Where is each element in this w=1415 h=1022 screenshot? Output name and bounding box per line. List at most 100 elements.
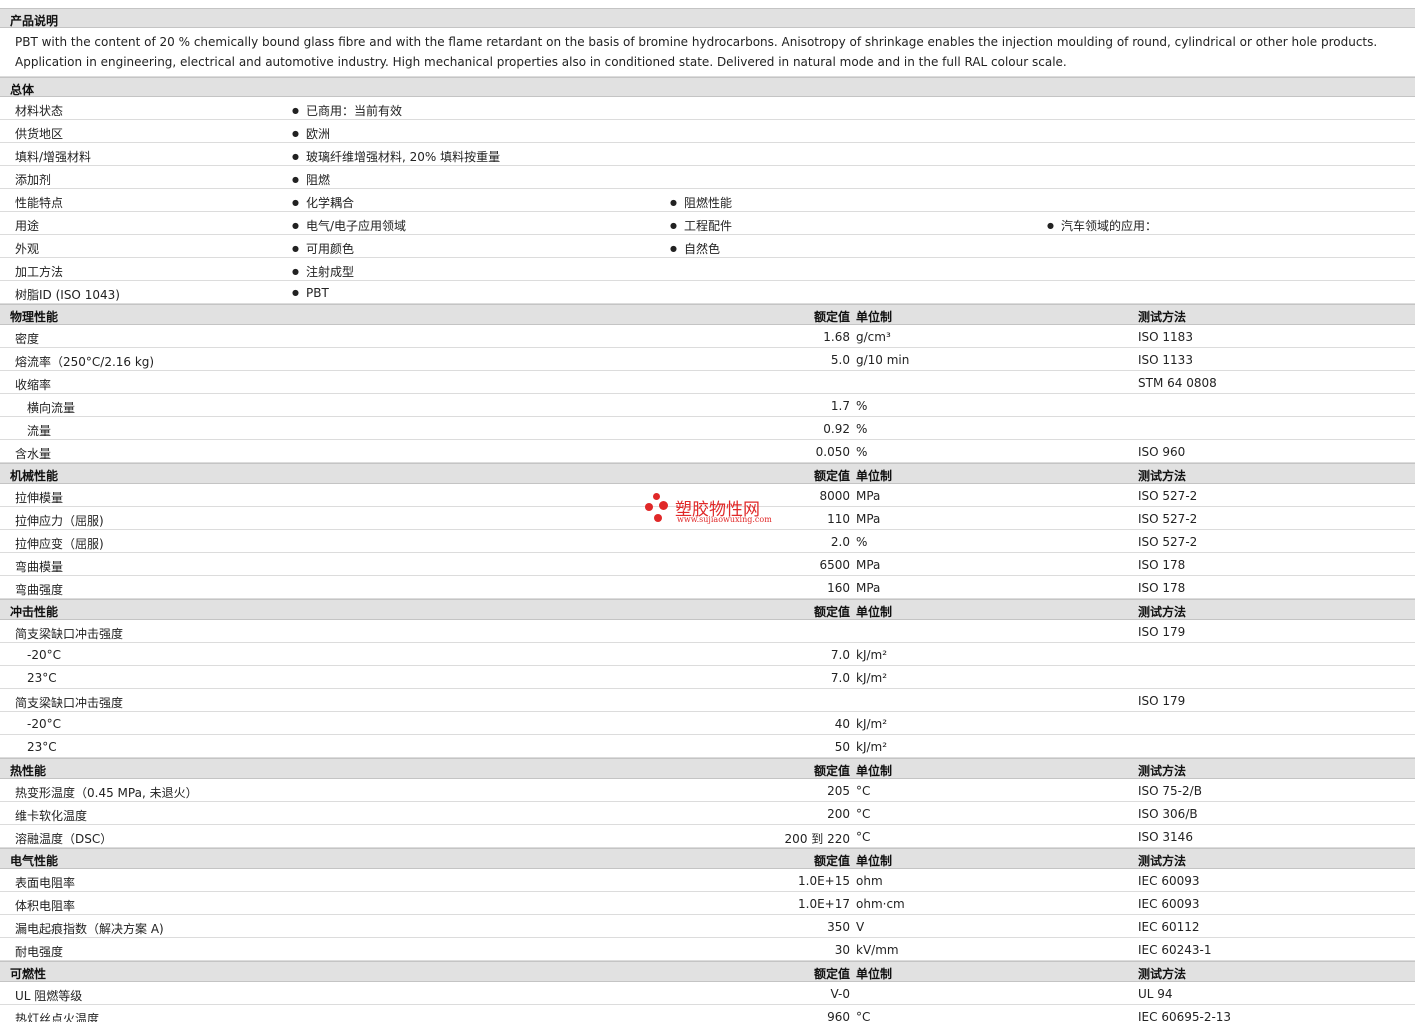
- property-row: 拉伸应变（屈服) 2.0% ISO 527-2: [0, 530, 1415, 553]
- section-header-general: 总体: [0, 77, 1415, 97]
- section-header: 电气性能 额定值 单位制 测试方法: [0, 848, 1415, 869]
- property-row: 热变形温度（0.45 MPa, 未退火） 205 °C ISO 75-2/B: [0, 779, 1415, 802]
- product-description: PBT with the content of 20 % chemically …: [0, 28, 1415, 77]
- property-row: 23°C 7.0 kJ/m²: [0, 666, 1415, 689]
- logo-dot: [653, 493, 660, 500]
- test-method: ISO 527-2: [1138, 489, 1198, 503]
- property-unit: %: [856, 422, 868, 436]
- property-unit: MPa: [856, 512, 881, 526]
- property-unit: %: [856, 445, 868, 459]
- bullet-item: 阻燃性能: [670, 194, 732, 211]
- column-header-value: 额定值: [813, 764, 850, 778]
- bullet-item: 工程配件: [670, 217, 732, 234]
- watermark-logo: 塑胶物性网 www.sujiaowuxing.com: [645, 493, 780, 529]
- property-value: 1.0E+15: [798, 874, 850, 888]
- property-label: 23°C: [27, 740, 57, 754]
- section-title: 物理性能: [10, 310, 59, 324]
- bullet-item: 自然色: [670, 240, 720, 257]
- section-title: 机械性能: [10, 469, 59, 483]
- section-title: 冲击性能: [10, 605, 59, 619]
- section-header-description: 产品说明: [0, 8, 1415, 28]
- test-method: IEC 60093: [1138, 874, 1200, 888]
- column-header-method: 测试方法: [1138, 605, 1187, 619]
- property-value: 200: [827, 807, 850, 821]
- column-header-unit: 单位制: [856, 310, 893, 324]
- property-row: 维卡软化温度 200 °C ISO 306/B: [0, 802, 1415, 825]
- property-label: 拉伸应变（屈服): [15, 537, 104, 551]
- property-value: 2.0: [830, 535, 850, 549]
- column-header-unit: 单位制: [856, 967, 893, 981]
- section-header: 物理性能 额定值 单位制 测试方法: [0, 304, 1415, 325]
- property-row: UL 阻燃等级 V-0 UL 94: [0, 982, 1415, 1005]
- property-label: 拉伸模量: [15, 491, 64, 505]
- bullet-item: 欧洲: [292, 125, 330, 142]
- property-row: 流量 0.92%: [0, 417, 1415, 440]
- test-method: ISO 527-2: [1138, 535, 1198, 549]
- property-unit: kJ/m²: [856, 671, 888, 685]
- property-value: 50: [834, 740, 850, 754]
- bullet-item: 阻燃: [292, 171, 330, 188]
- section-title: 可燃性: [10, 967, 47, 981]
- section-header: 可燃性 额定值 单位制 测试方法: [0, 961, 1415, 982]
- property-row: 表面电阻率 1.0E+15 ohm IEC 60093: [0, 869, 1415, 892]
- property-unit: ohm: [856, 874, 883, 888]
- general-row: 树脂ID (ISO 1043) PBT: [0, 281, 1415, 304]
- property-unit: MPa: [856, 489, 881, 503]
- column-header-method: 测试方法: [1138, 310, 1187, 324]
- property-unit: kJ/m²: [856, 740, 888, 754]
- logo-dot: [659, 501, 668, 510]
- general-row: 性能特点 化学耦合 阻燃性能: [0, 189, 1415, 212]
- row-label: 添加剂: [15, 173, 52, 187]
- property-value: 160: [827, 581, 850, 595]
- property-label: 漏电起痕指数（解决方案 A): [15, 922, 164, 936]
- datasheet: 产品说明 PBT with the content of 20 % chemic…: [0, 0, 1415, 1022]
- property-value: 0.92: [823, 422, 850, 436]
- property-unit: MPa: [856, 558, 881, 572]
- column-header-value: 额定值: [813, 854, 850, 868]
- property-label: 弯曲模量: [15, 560, 64, 574]
- column-header-value: 额定值: [813, 605, 850, 619]
- bullet-item: 电气/电子应用领域: [292, 217, 406, 234]
- logo-dot: [654, 514, 662, 522]
- property-row: 熔流率（250°C/2.16 kg) 5.0 g/10 min ISO 1133: [0, 348, 1415, 371]
- column-header-method: 测试方法: [1138, 469, 1187, 483]
- column-header-value: 额定值: [813, 469, 850, 483]
- property-value: 0.050: [815, 445, 850, 459]
- property-label: 含水量: [15, 447, 52, 461]
- property-row: 体积电阻率 1.0E+17 ohm·cm IEC 60093: [0, 892, 1415, 915]
- column-header-value: 额定值: [813, 310, 850, 324]
- test-method: IEC 60112: [1138, 920, 1200, 934]
- test-method: ISO 1183: [1138, 330, 1193, 344]
- property-value: 205: [827, 784, 850, 798]
- bullet-item: 汽车领域的应用：: [1047, 217, 1157, 234]
- watermark-url: www.sujiaowuxing.com: [677, 515, 772, 524]
- property-value: 960: [827, 1010, 850, 1022]
- property-unit: ohm·cm: [856, 897, 905, 911]
- property-label: 简支梁缺口冲击强度: [15, 627, 124, 641]
- row-label: 树脂ID (ISO 1043): [15, 288, 120, 302]
- section-header: 冲击性能 额定值 单位制 测试方法: [0, 599, 1415, 620]
- test-method: ISO 960: [1138, 445, 1186, 459]
- property-value: 1.68: [823, 330, 850, 344]
- property-row: 横向流量 1.7%: [0, 394, 1415, 417]
- row-label: 加工方法: [15, 265, 64, 279]
- test-method: ISO 179: [1138, 694, 1186, 708]
- property-unit: °C: [856, 807, 871, 821]
- bullet-item: 注射成型: [292, 263, 354, 280]
- test-method: ISO 179: [1138, 625, 1186, 639]
- general-row: 用途 电气/电子应用领域 工程配件 汽车领域的应用：: [0, 212, 1415, 235]
- section-title: 产品说明: [10, 14, 59, 28]
- property-unit: V: [856, 920, 865, 934]
- column-header-value: 额定值: [813, 967, 850, 981]
- property-value: 6500: [819, 558, 850, 572]
- property-row: 密度 1.68 g/cm³ ISO 1183: [0, 325, 1415, 348]
- property-value: 40: [834, 717, 850, 731]
- general-table: 材料状态 已商用：当前有效供货地区 欧洲填料/增强材料 玻璃纤维增强材料, 20% 填…: [0, 97, 1415, 304]
- property-unit: kV/mm: [856, 943, 899, 957]
- property-row: 热灯丝点火温度 960 °C IEC 60695-2-13: [0, 1005, 1415, 1022]
- property-value: 7.0: [830, 671, 850, 685]
- section-title: 总体: [10, 83, 35, 97]
- property-label: UL 阻燃等级: [15, 989, 83, 1003]
- property-row: 耐电强度 30 kV/mm IEC 60243-1: [0, 938, 1415, 961]
- property-label: 维卡软化温度: [15, 809, 88, 823]
